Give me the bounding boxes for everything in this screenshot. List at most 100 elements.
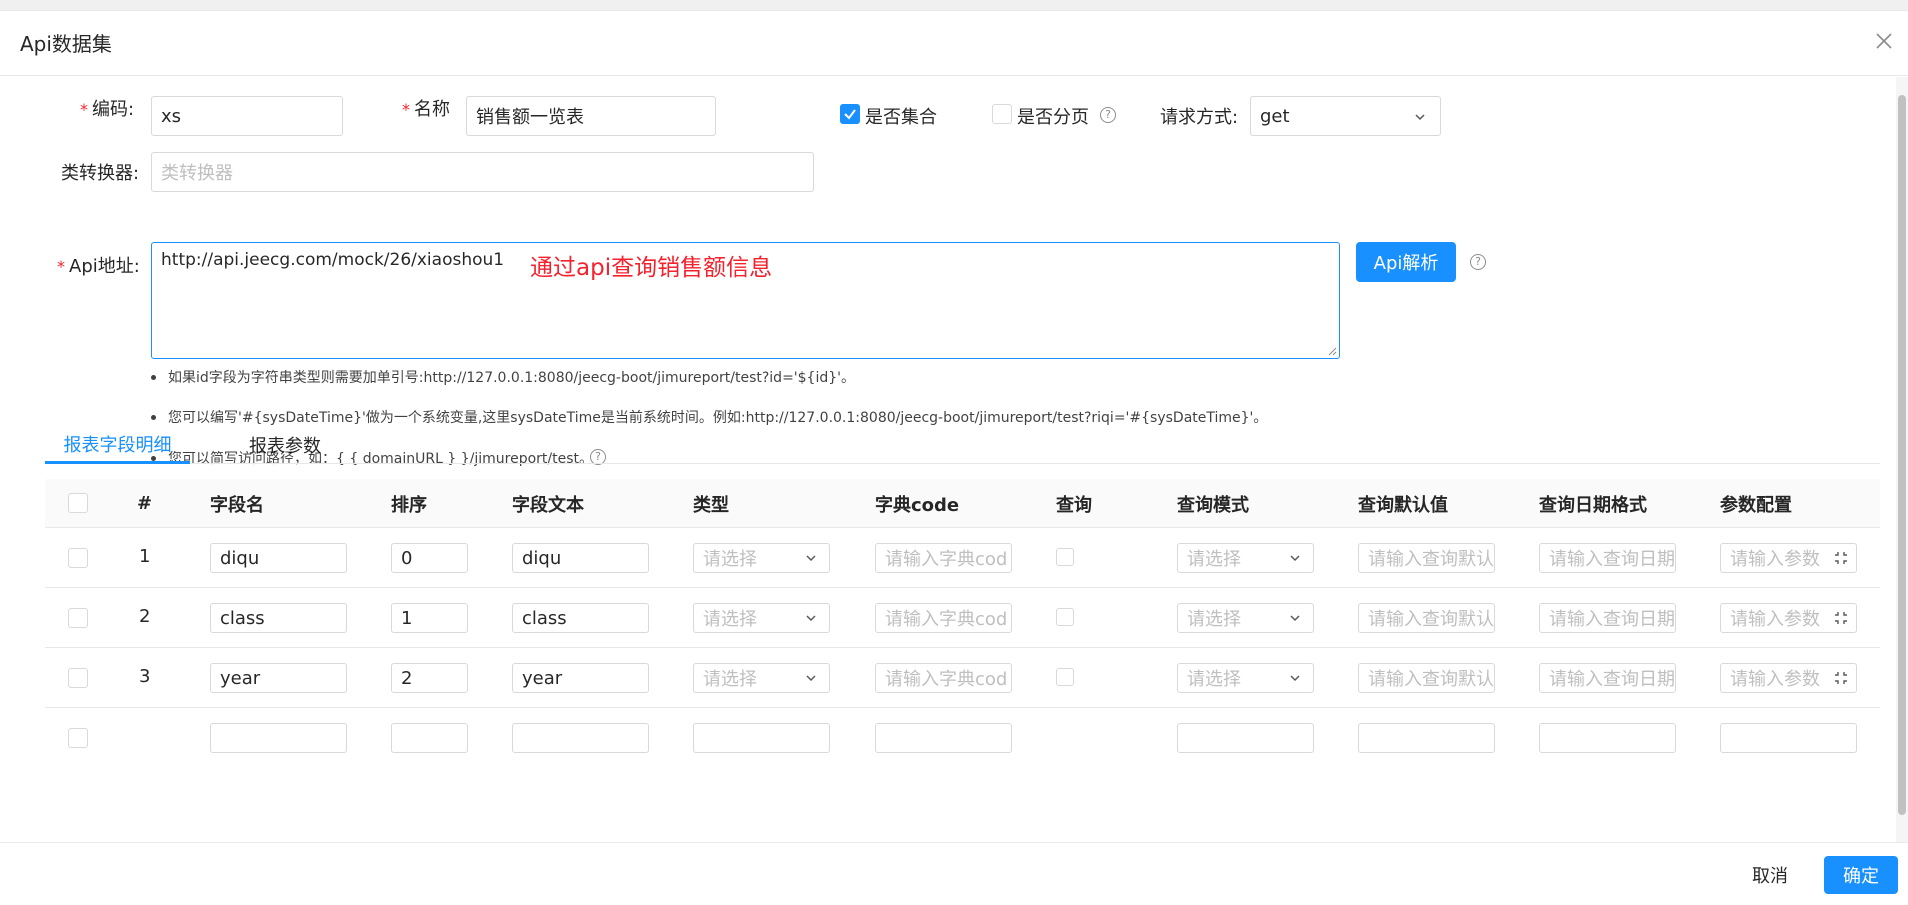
field-text-input[interactable]: diqu bbox=[512, 543, 649, 573]
select-all-checkbox[interactable] bbox=[68, 493, 88, 513]
expand-icon[interactable] bbox=[1834, 551, 1848, 565]
query-mode-select[interactable]: 请选择 bbox=[1177, 543, 1314, 573]
code-label: * 编码: bbox=[80, 99, 135, 120]
dict-code-input[interactable]: 请输入字典cod bbox=[875, 603, 1012, 633]
query-default-input[interactable]: 请输入查询默认 bbox=[1358, 543, 1495, 573]
tip-item: 如果id字段为字符串类型则需要加单引号:http://127.0.0.1:808… bbox=[151, 367, 855, 387]
code-input[interactable]: xs bbox=[151, 96, 343, 136]
tab-report-params[interactable]: 报表参数 bbox=[230, 426, 340, 464]
window-top-strip bbox=[0, 0, 1908, 11]
type-select[interactable]: 请选择 bbox=[693, 663, 830, 693]
chevron-down-icon bbox=[806, 675, 816, 682]
table-row: 3 year 2 year 请选择 请输入字典cod 请选择 请输入查询默认 请… bbox=[45, 648, 1880, 708]
col-field-name: 字段名 bbox=[210, 494, 264, 516]
row-checkbox[interactable] bbox=[68, 728, 88, 748]
type-select[interactable] bbox=[693, 723, 830, 753]
field-text-input[interactable]: class bbox=[512, 603, 649, 633]
dict-code-input[interactable]: 请输入字典cod bbox=[875, 663, 1012, 693]
field-name-input[interactable]: class bbox=[210, 603, 347, 633]
field-name-input[interactable]: diqu bbox=[210, 543, 347, 573]
type-select[interactable]: 请选择 bbox=[693, 603, 830, 633]
api-parse-button[interactable]: Api解析 bbox=[1356, 242, 1456, 282]
col-dict-code: 字典code bbox=[875, 494, 960, 516]
table-row-partial bbox=[45, 708, 1880, 768]
paged-help-icon[interactable]: ? bbox=[1100, 107, 1116, 123]
param-config-input[interactable]: 请输入参数 bbox=[1720, 543, 1857, 573]
query-mode-placeholder: 请选择 bbox=[1187, 609, 1241, 630]
converter-input[interactable]: 类转换器 bbox=[151, 152, 814, 192]
row-checkbox[interactable] bbox=[68, 668, 88, 688]
query-mode-select[interactable]: 请选择 bbox=[1177, 603, 1314, 633]
field-name-input[interactable] bbox=[210, 723, 347, 753]
param-config-input[interactable] bbox=[1720, 723, 1857, 753]
ok-button[interactable]: 确定 bbox=[1824, 856, 1898, 894]
field-text-input[interactable]: year bbox=[512, 663, 649, 693]
field-name-input[interactable]: year bbox=[210, 663, 347, 693]
tab-bar: 报表字段明细 报表参数 bbox=[45, 426, 1880, 464]
col-index: # bbox=[137, 493, 153, 514]
col-query: 查询 bbox=[1056, 494, 1092, 516]
chevron-down-icon bbox=[806, 615, 816, 622]
order-input[interactable]: 0 bbox=[391, 543, 468, 573]
date-format-input[interactable]: 请输入查询日期 bbox=[1539, 543, 1676, 573]
table-header: # 字段名 排序 字段文本 类型 字典code 查询 查询模式 查询默认值 查询… bbox=[45, 479, 1880, 528]
query-mode-placeholder: 请选择 bbox=[1187, 549, 1241, 570]
query-checkbox[interactable] bbox=[1056, 548, 1074, 566]
scrollbar-thumb[interactable] bbox=[1898, 95, 1906, 815]
col-query-mode: 查询模式 bbox=[1177, 494, 1249, 516]
dict-code-input[interactable] bbox=[875, 723, 1012, 753]
is-collection-label: 是否集合 bbox=[865, 107, 937, 128]
dialog-title: Api数据集 bbox=[20, 32, 112, 56]
tip-item: 您可以编写'#{sysDateTime}'做为一个系统变量,这里sysDateT… bbox=[151, 407, 1267, 427]
row-checkbox[interactable] bbox=[68, 608, 88, 628]
close-icon[interactable] bbox=[1870, 27, 1898, 55]
date-format-input[interactable]: 请输入查询日期 bbox=[1539, 663, 1676, 693]
tab-field-details[interactable]: 报表字段明细 bbox=[45, 426, 190, 464]
row-checkbox[interactable] bbox=[68, 548, 88, 568]
check-icon bbox=[844, 109, 856, 120]
dict-code-input[interactable]: 请输入字典cod bbox=[875, 543, 1012, 573]
param-config-placeholder: 请输入参数 bbox=[1730, 669, 1820, 690]
type-select[interactable]: 请选择 bbox=[693, 543, 830, 573]
cancel-button[interactable]: 取消 bbox=[1730, 856, 1810, 894]
is-paged-checkbox[interactable] bbox=[992, 104, 1012, 124]
chevron-down-icon bbox=[1415, 114, 1425, 121]
dialog-footer: 取消 确定 bbox=[0, 842, 1908, 905]
api-url-value: http://api.jeecg.com/mock/26/xiaoshou1 bbox=[161, 250, 505, 270]
chevron-down-icon bbox=[1290, 675, 1300, 682]
param-config-input[interactable]: 请输入参数 bbox=[1720, 603, 1857, 633]
resize-handle-icon[interactable] bbox=[1327, 346, 1337, 356]
query-mode-placeholder: 请选择 bbox=[1187, 669, 1241, 690]
query-mode-select[interactable]: 请选择 bbox=[1177, 663, 1314, 693]
param-config-input[interactable]: 请输入参数 bbox=[1720, 663, 1857, 693]
date-format-input[interactable]: 请输入查询日期 bbox=[1539, 603, 1676, 633]
type-placeholder: 请选择 bbox=[703, 609, 757, 630]
query-default-input[interactable]: 请输入查询默认 bbox=[1358, 663, 1495, 693]
query-default-input[interactable] bbox=[1358, 723, 1495, 753]
expand-icon[interactable] bbox=[1834, 671, 1848, 685]
query-mode-select[interactable] bbox=[1177, 723, 1314, 753]
query-default-input[interactable]: 请输入查询默认 bbox=[1358, 603, 1495, 633]
is-collection-checkbox[interactable] bbox=[840, 104, 860, 124]
api-url-label: * Api地址: bbox=[57, 256, 140, 277]
col-param-config: 参数配置 bbox=[1720, 494, 1792, 516]
date-format-input[interactable] bbox=[1539, 723, 1676, 753]
request-method-select[interactable]: get bbox=[1250, 96, 1441, 136]
order-input[interactable]: 1 bbox=[391, 603, 468, 633]
is-paged-label: 是否分页 bbox=[1017, 107, 1089, 128]
row-index: 3 bbox=[139, 666, 151, 687]
param-config-placeholder: 请输入参数 bbox=[1730, 549, 1820, 570]
order-input[interactable] bbox=[391, 723, 468, 753]
order-input[interactable]: 2 bbox=[391, 663, 468, 693]
name-input[interactable]: 销售额一览表 bbox=[466, 96, 716, 136]
query-checkbox[interactable] bbox=[1056, 668, 1074, 686]
converter-label: 类转换器: bbox=[61, 163, 140, 184]
type-placeholder: 请选择 bbox=[703, 669, 757, 690]
expand-icon[interactable] bbox=[1834, 611, 1848, 625]
scrollbar[interactable] bbox=[1896, 77, 1908, 842]
field-text-input[interactable] bbox=[512, 723, 649, 753]
table-row: 2 class 1 class 请选择 请输入字典cod 请选择 请输入查询默认… bbox=[45, 588, 1880, 648]
request-method-value: get bbox=[1260, 105, 1290, 127]
api-help-icon[interactable]: ? bbox=[1470, 254, 1486, 270]
query-checkbox[interactable] bbox=[1056, 608, 1074, 626]
